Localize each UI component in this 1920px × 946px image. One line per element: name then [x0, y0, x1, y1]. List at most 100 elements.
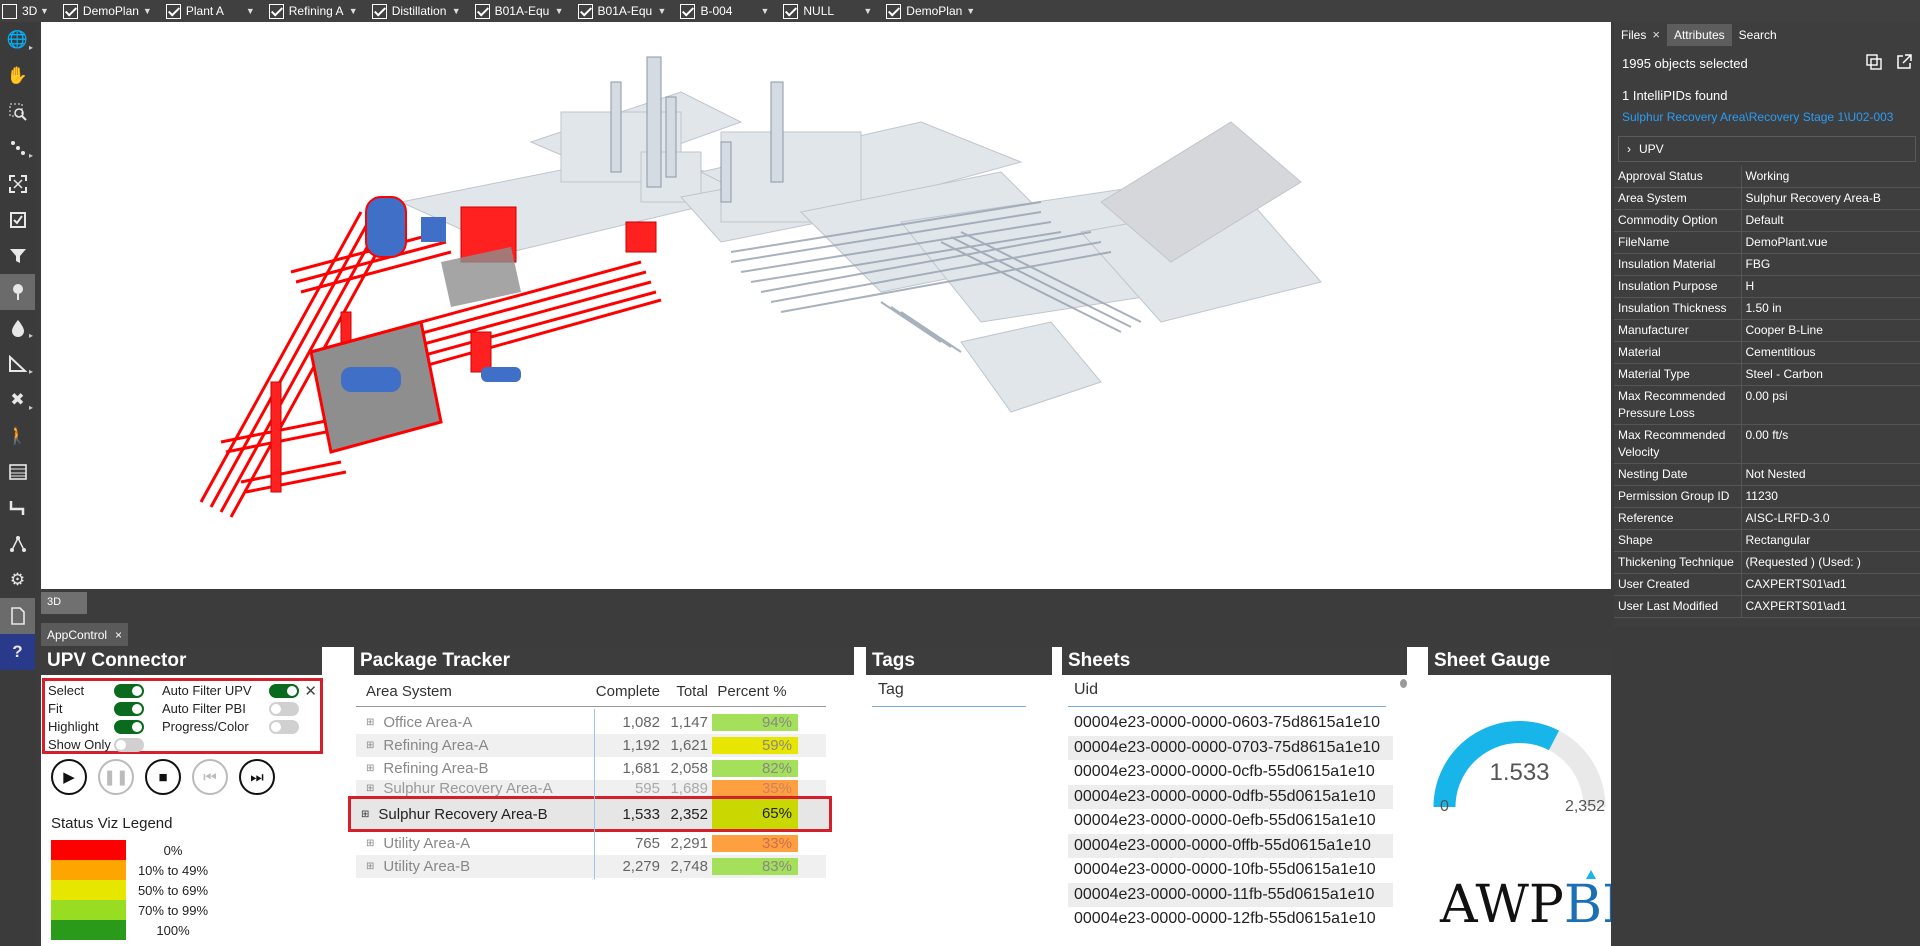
close-icon[interactable]: ×: [115, 628, 122, 642]
filter-checkbox[interactable]: [268, 3, 284, 19]
measure-icon[interactable]: ▸: [0, 346, 35, 382]
filter-checkbox[interactable]: [886, 3, 902, 19]
tab-search[interactable]: Search: [1732, 24, 1784, 46]
expand-icon[interactable]: ⊞: [366, 740, 374, 751]
table-row[interactable]: ⊞ Utility Area-B 2,279 2,748 83%: [356, 855, 826, 878]
list-item[interactable]: 00004e23-0000-0000-0603-75d8615a1e10: [1068, 711, 1393, 736]
toggle-show-only[interactable]: [114, 738, 144, 752]
color-drop-icon[interactable]: ▸: [0, 310, 35, 346]
filter-checkbox[interactable]: [783, 3, 799, 19]
list-item[interactable]: 00004e23-0000-0000-0ffb-55d0615a1e10: [1068, 833, 1393, 858]
filter-3d[interactable]: 3D ▼: [0, 0, 61, 22]
toggle-progress-color-row[interactable]: Progress/Color: [162, 719, 249, 734]
toggle-highlight-row[interactable]: Highlight: [48, 719, 99, 734]
table-row[interactable]: ⊞ Sulphur Recovery Area-A 595 1,689 35%: [356, 780, 826, 796]
table-row[interactable]: ⊞ Office Area-A 1,082 1,147 94%: [356, 711, 826, 734]
table-row-selected[interactable]: ⊞ Sulphur Recovery Area-B 1,533 2,352 65%: [348, 796, 832, 832]
toggle-auto-filter-pbi[interactable]: [269, 702, 299, 716]
chevron-down-icon[interactable]: ▼: [349, 6, 358, 16]
stop-icon[interactable]: ■: [145, 759, 181, 795]
table-icon[interactable]: [0, 454, 35, 490]
filter-item[interactable]: DemoPlan ▼: [61, 0, 164, 22]
list-item[interactable]: 00004e23-0000-0000-0dfb-55d0615a1e10: [1068, 784, 1393, 809]
skip-back-icon[interactable]: ⏮: [192, 759, 228, 795]
expand-icon[interactable]: ⊞: [361, 809, 369, 820]
chevron-down-icon[interactable]: ▼: [760, 6, 769, 16]
tools-icon[interactable]: ✖ ▸: [0, 382, 35, 418]
tab-attributes[interactable]: Attributes: [1666, 23, 1732, 46]
filter-item[interactable]: B-004 ▼: [678, 0, 781, 22]
chevron-down-icon[interactable]: ▼: [863, 6, 872, 16]
globe-icon[interactable]: 🌐 ▸: [0, 22, 35, 58]
toggle-auto-filter-pbi-row[interactable]: Auto Filter PBI: [162, 701, 246, 716]
tab-files[interactable]: Files ×: [1614, 23, 1667, 46]
tab-3d[interactable]: 3D: [41, 592, 87, 614]
chevron-down-icon[interactable]: ▼: [143, 6, 152, 16]
list-item[interactable]: 00004e23-0000-0000-0efb-55d0615a1e10: [1068, 809, 1393, 834]
toggle-fit-row[interactable]: Fit: [48, 701, 62, 716]
route-icon[interactable]: [0, 490, 35, 526]
filter-item[interactable]: Refining A ▼: [267, 0, 370, 22]
expand-icon[interactable]: ⊞: [366, 861, 374, 872]
filter-checkbox[interactable]: [474, 3, 490, 19]
close-icon[interactable]: ×: [1652, 27, 1660, 42]
toggle-highlight[interactable]: [114, 720, 144, 734]
toggle-select[interactable]: [114, 684, 144, 698]
table-row[interactable]: ⊞ Refining Area-A 1,192 1,621 59%: [356, 734, 826, 757]
open-external-icon[interactable]: [1896, 53, 1912, 74]
upv-section-toggle[interactable]: › UPV: [1618, 136, 1916, 162]
settings-icon[interactable]: ⚙: [0, 562, 35, 598]
filter-item[interactable]: B01A-Equ ▼: [473, 0, 576, 22]
filter-checkbox[interactable]: [62, 3, 78, 19]
3d-viewport[interactable]: [41, 22, 1611, 589]
expand-icon[interactable]: ⊞: [366, 763, 374, 774]
list-item[interactable]: 00004e23-0000-0000-0cfb-55d0615a1e10: [1068, 760, 1393, 785]
scrollbar-thumb[interactable]: [1400, 679, 1407, 688]
chevron-down-icon[interactable]: ▼: [555, 6, 564, 16]
expand-icon[interactable]: ⊞: [366, 838, 374, 849]
chevron-down-icon[interactable]: ▼: [966, 6, 975, 16]
pin-icon[interactable]: [0, 274, 35, 310]
column-total[interactable]: Total: [664, 683, 712, 700]
close-icon[interactable]: ✕: [304, 682, 317, 700]
network-icon[interactable]: [0, 526, 35, 562]
explode-icon[interactable]: ▸: [0, 130, 35, 166]
chevron-down-icon[interactable]: ▼: [246, 6, 255, 16]
filter-item[interactable]: NULL ▼: [781, 0, 884, 22]
play-icon[interactable]: ▶: [51, 759, 87, 795]
zoom-window-icon[interactable]: [0, 94, 35, 130]
toggle-select-row[interactable]: Select: [48, 683, 84, 698]
tab-appcontrol[interactable]: AppControl ×: [41, 623, 129, 646]
filter-item[interactable]: DemoPlan ▼: [884, 0, 987, 22]
filter-3d-checkbox[interactable]: [2, 3, 17, 19]
toggle-auto-filter-upv[interactable]: [269, 684, 299, 698]
list-item[interactable]: 00004e23-0000-0000-11fb-55d0615a1e10: [1068, 882, 1393, 907]
toggle-progress-color[interactable]: [269, 720, 299, 734]
chevron-down-icon[interactable]: ▼: [452, 6, 461, 16]
column-area-system[interactable]: Area System: [356, 683, 591, 700]
filter-item[interactable]: B01A-Equ ▼: [576, 0, 679, 22]
toggle-show-only-row[interactable]: Show Only: [48, 737, 111, 752]
toggle-auto-filter-upv-row[interactable]: Auto Filter UPV: [162, 683, 252, 698]
skip-forward-icon[interactable]: ⏭: [239, 759, 275, 795]
walk-icon[interactable]: 🚶: [0, 418, 35, 454]
fit-screen-icon[interactable]: [0, 166, 35, 202]
pause-icon[interactable]: ❚❚: [98, 759, 134, 795]
filter-item[interactable]: Distillation ▼: [370, 0, 473, 22]
chevron-down-icon[interactable]: ▼: [40, 6, 49, 16]
filter-checkbox[interactable]: [165, 3, 181, 19]
column-percent[interactable]: Percent %: [712, 683, 798, 700]
table-row[interactable]: ⊞ Refining Area-B 1,681 2,058 82%: [356, 757, 826, 780]
column-complete[interactable]: Complete: [591, 683, 664, 700]
copy-icon[interactable]: [1866, 53, 1882, 74]
list-item[interactable]: 00004e23-0000-0000-0703-75d8615a1e10: [1068, 735, 1393, 760]
filter-checkbox[interactable]: [577, 3, 593, 19]
list-item[interactable]: 00004e23-0000-0000-12fb-55d0615a1e10: [1068, 907, 1393, 932]
expand-icon[interactable]: ⊞: [366, 783, 374, 794]
expand-icon[interactable]: ⊞: [366, 717, 374, 728]
hand-pan-icon[interactable]: ✋: [0, 58, 35, 94]
document-icon[interactable]: [0, 598, 35, 634]
filter-icon[interactable]: [0, 238, 35, 274]
checkbox-icon[interactable]: [0, 202, 35, 238]
column-tag[interactable]: Tag: [872, 679, 1026, 707]
